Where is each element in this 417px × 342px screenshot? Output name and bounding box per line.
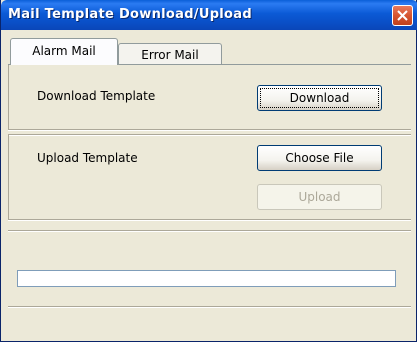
tab-alarm-mail-label: Alarm Mail (32, 44, 96, 58)
tab-error-mail-label: Error Mail (141, 48, 199, 62)
title-bar[interactable]: Mail Template Download/Upload (1, 0, 417, 30)
close-button[interactable] (392, 5, 413, 26)
progress-bar (17, 270, 396, 287)
tab-alarm-mail[interactable]: Alarm Mail (10, 38, 118, 65)
dialog-window: Mail Template Download/Upload Alarm Mail… (0, 0, 417, 342)
window-title: Mail Template Download/Upload (8, 7, 252, 22)
download-template-label: Download Template (37, 89, 156, 103)
close-icon (397, 10, 408, 21)
choose-file-button[interactable]: Choose File (257, 145, 382, 171)
upload-button[interactable]: Upload (257, 184, 382, 210)
upload-template-label: Upload Template (37, 151, 138, 165)
download-button[interactable]: Download (257, 85, 382, 111)
tab-error-mail[interactable]: Error Mail (118, 43, 222, 65)
